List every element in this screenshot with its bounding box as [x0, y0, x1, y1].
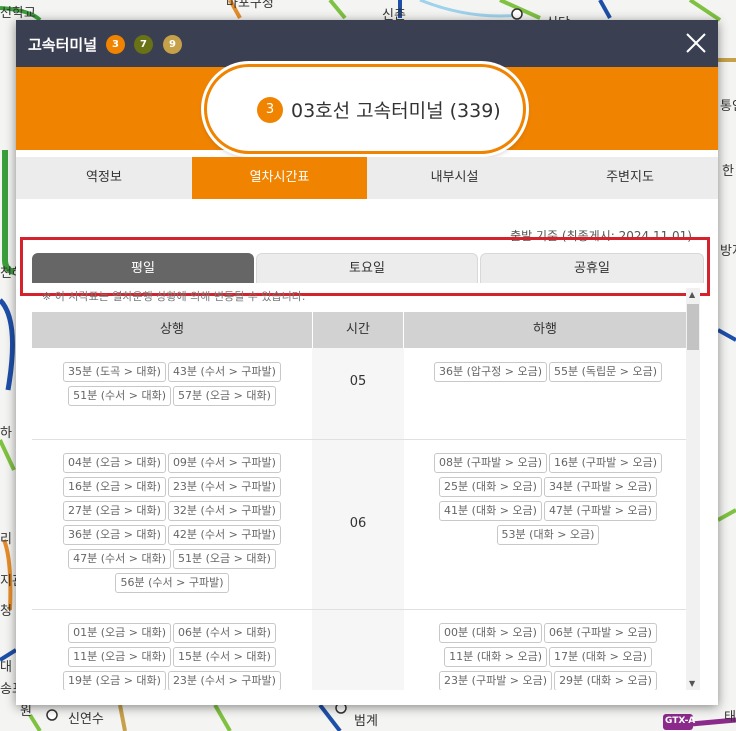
departure-chip: 34분 (구파발 > 오금)	[543, 477, 657, 497]
departure-chip: 16분 (오금 > 대화)	[63, 477, 166, 497]
departure-chip: 06분 (구파발 > 오금)	[543, 623, 657, 643]
departure-chip: 19분 (오금 > 대화)	[63, 671, 166, 690]
departure-chip: 15분 (수서 > 대화)	[173, 647, 276, 667]
modal-title: 고속터미널	[28, 36, 98, 54]
departure-chip: 16분 (구파발 > 오금)	[549, 453, 663, 473]
up-departures: 04분 (오금 > 대화) 09분 (수서 > 구파발)16분 (오금 > 대화)…	[62, 451, 282, 595]
map-station-label[interactable]: 한	[722, 160, 734, 179]
departure-chip: 27분 (오금 > 대화)	[63, 501, 166, 521]
map-station-label[interactable]: 대	[0, 656, 12, 675]
departure-chip: 36분 (오금 > 대화)	[63, 525, 166, 545]
departure-chip: 41분 (대화 > 오금)	[439, 501, 542, 521]
scroll-up-arrow-icon[interactable]: ▲	[689, 290, 695, 299]
departure-chip: 00분 (대화 > 오금)	[439, 623, 542, 643]
station-name-pill: 3 03호선 고속터미널 (339)	[204, 64, 526, 154]
departure-chip: 11분 (대화 > 오금)	[444, 647, 547, 667]
departure-chip: 51분 (수서 > 대화)	[68, 386, 171, 406]
table-row: 04분 (오금 > 대화) 09분 (수서 > 구파발)16분 (오금 > 대화)…	[32, 439, 686, 610]
line-badge-9[interactable]: 9	[163, 35, 182, 54]
header-hour: 시간	[312, 312, 404, 348]
departure-chip: 42분 (수서 > 구파발)	[167, 525, 281, 545]
scrollbar[interactable]: ▲ ▼	[686, 288, 700, 690]
up-departures: 01분 (오금 > 대화) 06분 (수서 > 대화)11분 (오금 > 대화) 1…	[62, 621, 282, 690]
hour-cell: 06	[349, 516, 367, 531]
departure-chip: 36분 (압구정 > 오금)	[433, 362, 547, 382]
departure-chip: 43분 (수서 > 구파발)	[167, 362, 281, 382]
scrollbar-thumb[interactable]	[687, 304, 699, 350]
close-icon[interactable]	[684, 31, 708, 55]
departure-chip: 08분 (구파발 > 오금)	[433, 453, 547, 473]
hour-cell: 05	[349, 374, 367, 389]
timetable-header: 상행 시간 하행	[32, 312, 686, 348]
station-name: 03호선 고속터미널 (339)	[291, 100, 501, 122]
map-station-label[interactable]: 하	[0, 422, 12, 441]
departure-chip: 55분 (독립문 > 오금)	[549, 362, 663, 382]
departure-chip: 47분 (구파발 > 오금)	[543, 501, 657, 521]
departure-chip: 01분 (오금 > 대화)	[68, 623, 171, 643]
departure-chip: 47분 (수서 > 대화)	[68, 549, 171, 569]
map-station-label[interactable]: 태	[724, 706, 736, 725]
table-row: 35분 (도곡 > 대화) 43분 (수서 > 구파발) 51분 (수서 > 대화)…	[32, 348, 686, 440]
tab-timetable[interactable]: 열차시간표	[192, 157, 367, 199]
departure-chip: 09분 (수서 > 구파발)	[167, 453, 281, 473]
station-line-badge: 3	[257, 97, 283, 123]
line-badge-3[interactable]: 3	[106, 35, 125, 54]
scroll-down-arrow-icon[interactable]: ▼	[689, 679, 695, 688]
map-station-label[interactable]: 선학교	[0, 2, 36, 21]
departure-chip: 23분 (수서 > 구파발)	[167, 477, 281, 497]
departure-chip: 57분 (오금 > 대화)	[173, 386, 276, 406]
map-station-label[interactable]: 청	[0, 600, 12, 619]
tab-station-info[interactable]: 역정보	[16, 157, 192, 199]
header-down: 하행	[533, 322, 557, 337]
tab-nearby-map[interactable]: 주변지도	[542, 157, 718, 199]
map-station-label[interactable]: 마포구청	[226, 0, 274, 11]
departure-chip: 25분 (대화 > 오금)	[439, 477, 542, 497]
departure-chip: 17분 (대화 > 오금)	[549, 647, 652, 667]
departure-chip: 11분 (오금 > 대화)	[68, 647, 171, 667]
station-modal: 고속터미널 3 7 9 3 03호선 고속터미널 (339) 역정보 열차시간표…	[16, 20, 718, 705]
map-station-label[interactable]: 방지	[720, 240, 736, 259]
up-departures: 35분 (도곡 > 대화) 43분 (수서 > 구파발) 51분 (수서 > 대화)…	[62, 360, 282, 408]
tab-saturday[interactable]: 토요일	[256, 253, 478, 283]
tab-weekday[interactable]: 평일	[32, 253, 254, 283]
tab-holiday[interactable]: 공휴일	[480, 253, 704, 283]
line-badge-7[interactable]: 7	[134, 35, 153, 54]
departure-chip: 06분 (수서 > 대화)	[173, 623, 276, 643]
departure-chip: 53분 (대화 > 오금)	[496, 525, 600, 545]
modal-titlebar: 고속터미널 3 7 9	[16, 20, 718, 67]
departure-chip: 51분 (오금 > 대화)	[173, 549, 276, 569]
down-departures: 00분 (대화 > 오금) 06분 (구파발 > 오금) 11분 (대화 > 오금)…	[432, 621, 664, 690]
table-row: 01분 (오금 > 대화) 06분 (수서 > 대화)11분 (오금 > 대화) 1…	[32, 609, 686, 690]
departure-chip: 32분 (수서 > 구파발)	[167, 501, 281, 521]
map-station-label[interactable]: 범계	[354, 710, 378, 729]
header-up: 상행	[160, 322, 184, 337]
day-tabs: 평일 토요일 공휴일	[32, 253, 704, 283]
down-departures: 36분 (압구정 > 오금) 55분 (독립문 > 오금)	[432, 360, 664, 384]
departure-chip: 23분 (수서 > 구파발)	[167, 671, 281, 690]
departure-chip: 04분 (오금 > 대화)	[63, 453, 166, 473]
map-station-label[interactable]: 리	[0, 528, 12, 547]
station-tabs: 역정보 열차시간표 내부시설 주변지도	[16, 157, 718, 199]
down-departures: 08분 (구파발 > 오금) 16분 (구파발 > 오금) 25분 (대화 > 오금…	[432, 451, 664, 547]
map-station-label[interactable]: 통인	[720, 95, 736, 114]
tab-facilities[interactable]: 내부시설	[367, 157, 542, 199]
departure-chip: 35분 (도곡 > 대화)	[63, 362, 166, 382]
timetable: 상행 시간 하행 35분 (도곡 > 대화) 43분 (수서 > 구파발) 51분 …	[32, 312, 686, 690]
timetable-basis-notice: 출발 기준 (최종게시: 2024.11.01)	[510, 229, 692, 243]
map-gtx-badge: GTX-A	[665, 716, 696, 726]
departure-chip: 23분 (구파발 > 오금)	[439, 671, 553, 690]
map-station-label[interactable]: 신연수	[68, 708, 104, 727]
departure-chip: 29분 (대화 > 오금)	[554, 671, 657, 690]
departure-chip: 56분 (수서 > 구파발)	[115, 573, 229, 593]
timetable-note: ※ 이 시각표는 열차운행 상황에 의해 변동될 수 있습니다.	[42, 290, 306, 303]
